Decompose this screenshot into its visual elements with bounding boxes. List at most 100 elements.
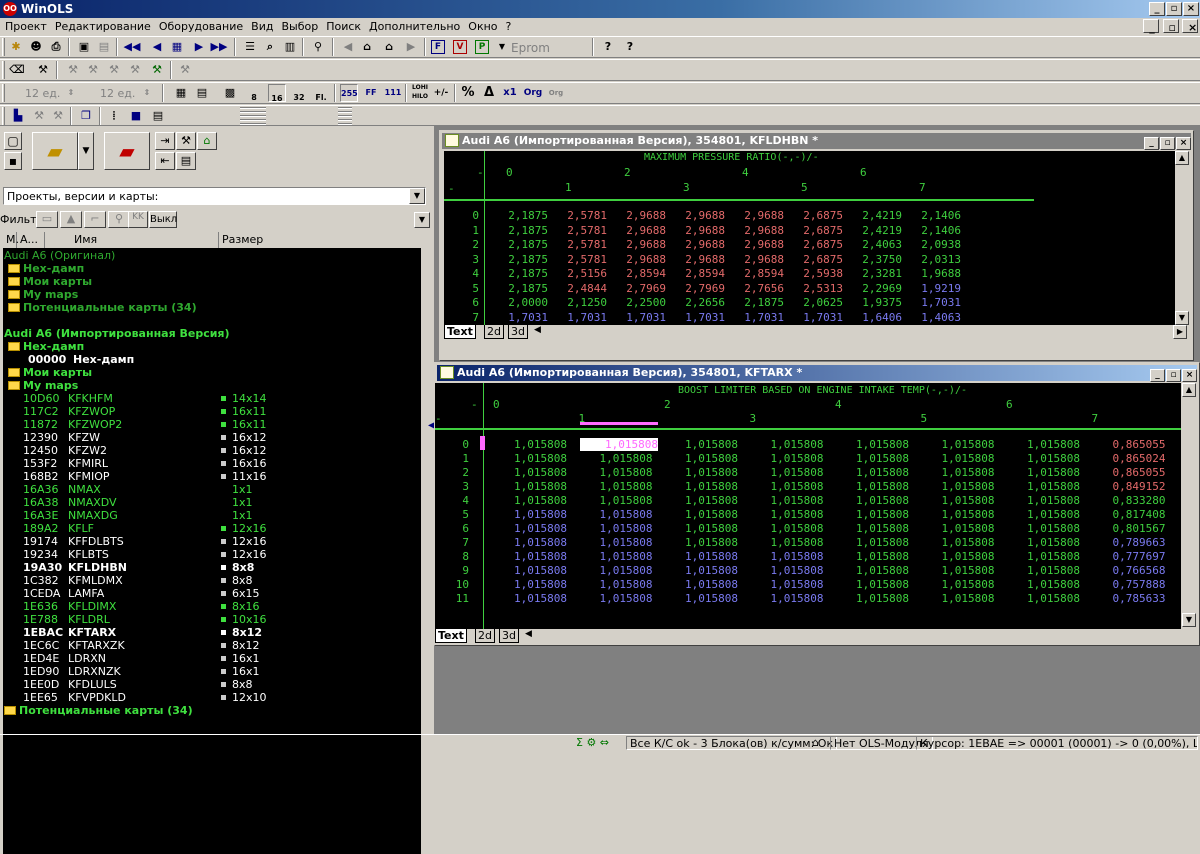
scroll-down-icon[interactable]: ▼	[1182, 613, 1196, 627]
spin-b-icon[interactable]: ⇕	[138, 84, 156, 102]
tree-node[interactable]: Hex-дамп	[8, 340, 84, 353]
export-icon[interactable]: ⇤	[155, 152, 175, 170]
map-cell[interactable]: 1,015808	[752, 452, 824, 465]
map-cell[interactable]: 1,015808	[1008, 494, 1080, 507]
map-cell[interactable]: 1,015808	[666, 564, 738, 577]
map-cell[interactable]: 1,7031	[734, 311, 784, 324]
map-cell[interactable]: 1,015808	[837, 508, 909, 521]
columns-icon[interactable]: ⦙	[105, 107, 123, 125]
map-cell[interactable]: 1,015808	[837, 592, 909, 605]
import-project-button[interactable]: ▰	[104, 132, 150, 170]
text-view-icon[interactable]: ▤	[149, 107, 167, 125]
map-cell[interactable]: 1,015808	[666, 452, 738, 465]
win1-close-button[interactable]: ×	[1176, 137, 1191, 150]
view-combo[interactable]: Проекты, версии и карты: ▼	[3, 187, 426, 205]
scroll-down-icon[interactable]: ▼	[1175, 311, 1189, 325]
map-row[interactable]: 168B2 KFMIOP 11x16	[3, 470, 421, 483]
map-cell[interactable]: 2,5781	[557, 209, 607, 222]
map-cell[interactable]: 2,9688	[616, 253, 666, 266]
list-icon[interactable]: ☰	[241, 38, 259, 56]
map-row[interactable]: 1ED90 LDRXNZK 16x1	[3, 665, 421, 678]
map-cell[interactable]: 1,015808	[923, 508, 995, 521]
filter-dropdown-button[interactable]: ▼	[414, 212, 430, 228]
map-cell[interactable]: 2,9688	[734, 224, 784, 237]
map-row[interactable]: 1CEDA LAMFA 6x15	[3, 587, 421, 600]
menu-extras[interactable]: Дополнительно	[364, 18, 463, 33]
menu-search[interactable]: Поиск	[321, 18, 364, 33]
next-icon[interactable]: ▶	[190, 38, 208, 56]
tab-text[interactable]: Text	[435, 629, 467, 643]
map-cell[interactable]: 2,8594	[675, 267, 725, 280]
map-row[interactable]: 19174 KFFDLBTS 12x16	[3, 535, 421, 548]
map-cell[interactable]: 2,9688	[675, 209, 725, 222]
map-cell[interactable]: 1,015808	[752, 522, 824, 535]
scroll-up-icon[interactable]: ▲	[1182, 383, 1196, 397]
filter-b-button[interactable]: ▲	[60, 211, 82, 228]
map-cell[interactable]: 2,6875	[793, 224, 843, 237]
dropdown-arrow-icon[interactable]: ▼	[493, 38, 511, 56]
map-cell[interactable]: 1,015808	[1008, 508, 1080, 521]
layers-icon[interactable]: ❐	[77, 107, 95, 125]
find-icon[interactable]: ⌕	[261, 38, 279, 56]
new-file-button[interactable]: ▢	[4, 132, 22, 150]
map-cell[interactable]: 2,0000	[498, 296, 548, 309]
grid-icon[interactable]: ▦	[172, 84, 190, 102]
map-cell[interactable]: 1,7031	[557, 311, 607, 324]
fmt-8-button[interactable]: 8	[245, 84, 263, 102]
map-cell[interactable]: 0,789663	[1094, 536, 1166, 549]
map-row[interactable]: 1EC6C KFTARXZK 8x12	[3, 639, 421, 652]
tree-node[interactable]: My maps	[8, 379, 78, 392]
tree-node[interactable]: Потенциальные карты (34)	[8, 301, 197, 314]
map-cell[interactable]: 2,1875	[498, 267, 548, 280]
map-cell[interactable]: 1,015808	[1008, 480, 1080, 493]
delta-button[interactable]: Δ	[480, 84, 498, 102]
map-cell[interactable]: 2,9688	[675, 224, 725, 237]
map-cell[interactable]: 2,1875	[498, 224, 548, 237]
first-icon[interactable]: ◀◀	[123, 38, 141, 56]
map-row[interactable]: 10D60 KFKHFM 14x14	[3, 392, 421, 405]
p-icon[interactable]: P	[475, 40, 489, 54]
prev-icon[interactable]: ◀	[148, 38, 166, 56]
map-cell[interactable]: 1,015808	[837, 536, 909, 549]
open-dropdown-button[interactable]: ▼	[78, 132, 94, 170]
fmt-float-button[interactable]: Fl.	[312, 84, 330, 102]
map-cell[interactable]: 1,015808	[581, 592, 653, 605]
map-cell[interactable]: 1,015808	[666, 578, 738, 591]
map-cell[interactable]: 2,6875	[793, 209, 843, 222]
map-cell[interactable]: 1,015808	[581, 550, 653, 563]
percent-button[interactable]: %	[459, 84, 477, 102]
map-cell[interactable]: 1,7031	[675, 311, 725, 324]
map-cell[interactable]: 2,1875	[498, 253, 548, 266]
tool-icon[interactable]: ⚒	[34, 61, 52, 79]
map-cell[interactable]: 2,1406	[911, 209, 961, 222]
map-cell[interactable]: 1,015808	[837, 452, 909, 465]
tree-icon[interactable]: ⌂	[380, 38, 398, 56]
map-cell[interactable]: 1,015808	[581, 452, 653, 465]
context-help-icon[interactable]: ?	[621, 38, 639, 56]
mdi-minimize-button[interactable]: _	[1143, 19, 1159, 33]
filter-kk-button[interactable]: KK	[128, 211, 148, 228]
map-cell[interactable]: 2,3750	[852, 253, 902, 266]
tree-node[interactable]: Мои карты	[8, 366, 92, 379]
map-cell[interactable]: 1,015808	[1008, 522, 1080, 535]
eraser-icon[interactable]: ⌫	[8, 61, 26, 79]
project-tree[interactable]: Audi A6 (Оригинал) Hex-дамп Мои карты My ma…	[3, 248, 421, 854]
map-cell[interactable]: 2,1875	[498, 282, 548, 295]
map-cell[interactable]: 2,2656	[675, 296, 725, 309]
map-row[interactable]: 16A3E NMAXDG 1x1	[3, 509, 421, 522]
map-cell[interactable]: 2,4844	[557, 282, 607, 295]
home-icon[interactable]: ⌂	[358, 38, 376, 56]
filter-d-button[interactable]: ⚲	[108, 211, 130, 228]
map-cell[interactable]: 1,015808	[837, 480, 909, 493]
map-cell[interactable]: 1,9375	[852, 296, 902, 309]
import-icon[interactable]: ⇥	[155, 132, 175, 150]
map-cell[interactable]: 1,015808	[837, 494, 909, 507]
map-cell[interactable]: 1,015808	[752, 438, 824, 451]
map-cell[interactable]: 2,5781	[557, 224, 607, 237]
map-cell[interactable]: 1,015808	[1008, 466, 1080, 479]
map-cell[interactable]: 1,015808	[837, 550, 909, 563]
map-row[interactable]: 16A38 NMAXDV 1x1	[3, 496, 421, 509]
map-cell[interactable]: 1,015808	[581, 494, 653, 507]
back-icon[interactable]: ◀	[339, 38, 357, 56]
map-cell[interactable]: 1,015808	[923, 550, 995, 563]
